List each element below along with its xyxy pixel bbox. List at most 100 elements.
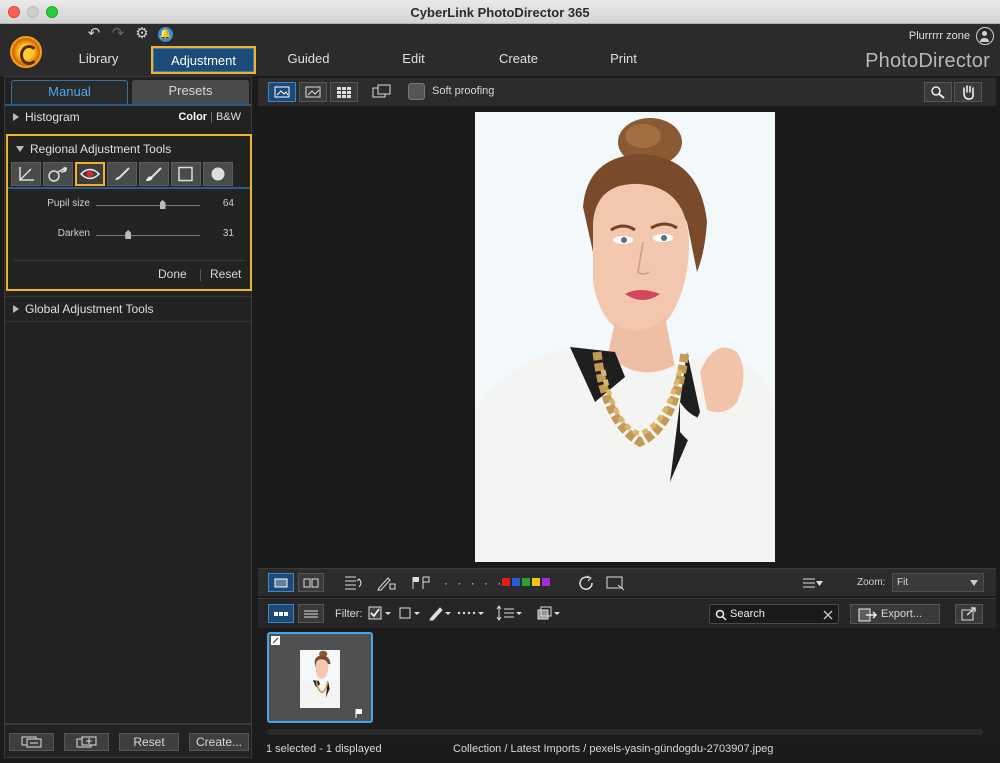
regional-section-header[interactable]: Regional Adjustment Tools: [8, 136, 254, 162]
star-rating-dots[interactable]: · · · · ·: [444, 575, 504, 591]
filmstrip-view-button[interactable]: [268, 604, 294, 623]
export-button[interactable]: Export...: [850, 604, 940, 624]
reset-view-icon[interactable]: [344, 575, 364, 591]
paste-settings-icon: [76, 736, 96, 748]
gradient-mask-tool-button[interactable]: [171, 162, 201, 186]
compare-photos-button[interactable]: [298, 573, 324, 592]
tab-manual[interactable]: Manual: [11, 80, 128, 104]
edit-metadata-icon[interactable]: [376, 575, 396, 591]
photo-thumbnail[interactable]: [267, 632, 373, 723]
pupil-size-slider-thumb[interactable]: [159, 200, 166, 209]
histogram-bw-link[interactable]: B&W: [216, 111, 241, 123]
share-icon: [961, 607, 976, 621]
soft-proofing-checkbox[interactable]: [408, 83, 425, 100]
paste-settings-button[interactable]: [64, 733, 109, 751]
single-photo-view-button[interactable]: [268, 573, 294, 592]
copy-settings-button[interactable]: [9, 733, 54, 751]
pupil-size-label: Pupil size: [47, 198, 90, 209]
regional-label: Regional Adjustment Tools: [30, 142, 172, 156]
notification-bell-icon[interactable]: 🔔: [158, 26, 173, 42]
collection-path: Collection / Latest Imports / pexels-yas…: [453, 743, 774, 755]
tab-print[interactable]: Print: [571, 46, 676, 74]
sort-options-icon[interactable]: [802, 575, 824, 591]
flag-icon[interactable]: [355, 709, 363, 718]
yellow-label-swatch[interactable]: [532, 578, 540, 586]
redo-icon[interactable]: ↷: [110, 26, 126, 42]
red-eye-icon: [80, 168, 100, 180]
create-preset-button[interactable]: Create...: [189, 733, 249, 751]
purple-label-swatch[interactable]: [542, 578, 550, 586]
crop-straighten-tool-button[interactable]: [11, 162, 41, 186]
color-label-filters: [502, 578, 550, 586]
zoom-label: Zoom:: [857, 577, 886, 588]
darken-slider[interactable]: [96, 235, 200, 236]
pan-tool-button[interactable]: [954, 82, 982, 102]
rating-filter-dropdown[interactable]: [456, 605, 486, 621]
module-tabs: Library Adjustment Guided Edit Create Pr…: [46, 46, 676, 74]
user-name[interactable]: Plurrrrr zone: [909, 30, 970, 42]
darken-value[interactable]: 31: [223, 228, 234, 239]
flag-filter-dropdown[interactable]: [398, 605, 424, 621]
pupil-size-value[interactable]: 64: [223, 198, 234, 209]
histogram-mode-links: Color | B&W: [178, 111, 241, 123]
photo-canvas[interactable]: [258, 107, 996, 567]
second-display-icon[interactable]: [372, 83, 392, 99]
panel-tabs: Manual Presets: [11, 80, 249, 104]
flag-filter-icon[interactable]: [410, 575, 432, 591]
green-label-swatch[interactable]: [522, 578, 530, 586]
darken-slider-thumb[interactable]: [125, 230, 132, 239]
thumbnail-image: [300, 650, 340, 708]
brush-mask-tool-button[interactable]: [139, 162, 169, 186]
regional-reset-button[interactable]: Reset: [210, 267, 241, 281]
settings-gear-icon[interactable]: ⚙: [134, 26, 150, 42]
clear-search-icon[interactable]: [823, 610, 833, 620]
search-input[interactable]: Search: [709, 604, 839, 624]
grid-view-button[interactable]: [330, 82, 358, 102]
blue-label-swatch[interactable]: [512, 578, 520, 586]
app-logo-icon[interactable]: [10, 36, 42, 68]
image-view-icon: [305, 86, 321, 98]
export-icon: [858, 608, 878, 622]
single-view-button[interactable]: [268, 82, 296, 102]
tab-create[interactable]: Create: [466, 46, 571, 74]
done-divider: [14, 260, 244, 261]
histogram-label: Histogram: [25, 110, 80, 124]
tab-edit[interactable]: Edit: [361, 46, 466, 74]
compare-view-button[interactable]: [299, 82, 327, 102]
sort-order-dropdown[interactable]: [496, 605, 524, 621]
done-button[interactable]: Done: [158, 267, 187, 281]
tab-library[interactable]: Library: [46, 46, 151, 74]
tab-presets[interactable]: Presets: [132, 80, 249, 104]
brush-tool-button[interactable]: [107, 162, 137, 186]
pupil-size-slider[interactable]: [96, 205, 200, 206]
list-view-button[interactable]: [298, 604, 324, 623]
zoom-tool-button[interactable]: [924, 82, 952, 102]
compare-photos-icon: [303, 578, 319, 587]
stack-options-dropdown[interactable]: [536, 605, 562, 621]
filmstrip-icon: [274, 611, 288, 616]
user-account-icon[interactable]: [976, 27, 994, 45]
filmstrip-scrollbar[interactable]: [267, 729, 983, 735]
radial-mask-tool-button[interactable]: [203, 162, 233, 186]
main-photo[interactable]: [475, 112, 775, 562]
rotate-icon[interactable]: [578, 575, 596, 591]
spot-removal-tool-button[interactable]: [43, 162, 73, 186]
selection-status: 1 selected - 1 displayed: [266, 743, 382, 755]
pick-filter-dropdown[interactable]: [368, 605, 394, 621]
status-bar: 1 selected - 1 displayed Collection / La…: [258, 740, 996, 760]
viewer-toolbar: Soft proofing: [258, 78, 996, 106]
histogram-color-link[interactable]: Color: [178, 111, 207, 123]
edit-filter-dropdown[interactable]: [428, 605, 454, 621]
red-eye-tool-button[interactable]: [75, 162, 105, 186]
global-section-header[interactable]: Global Adjustment Tools: [5, 296, 251, 322]
tab-adjustment[interactable]: Adjustment: [151, 46, 256, 74]
share-button[interactable]: [955, 604, 983, 624]
tab-guided[interactable]: Guided: [256, 46, 361, 74]
red-label-swatch[interactable]: [502, 578, 510, 586]
histogram-section-header[interactable]: Histogram Color | B&W: [5, 104, 251, 130]
undo-icon[interactable]: ↶: [86, 26, 102, 42]
expand-triangle-icon: [13, 113, 19, 121]
reset-all-button[interactable]: Reset: [119, 733, 179, 751]
fit-selection-icon[interactable]: [606, 575, 626, 591]
zoom-dropdown[interactable]: Fit: [892, 573, 984, 592]
